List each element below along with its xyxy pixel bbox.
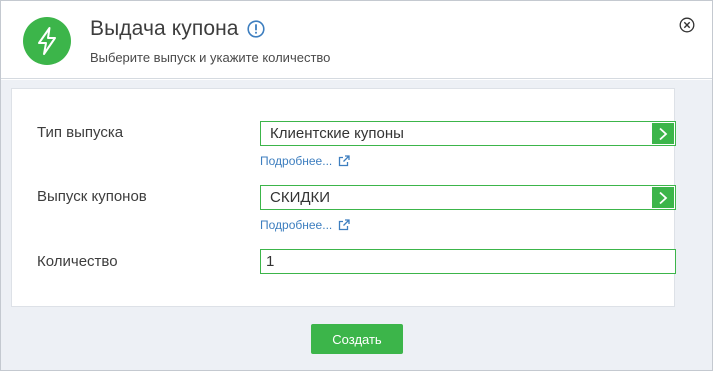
info-icon[interactable] xyxy=(246,20,265,38)
chevron-right-icon[interactable] xyxy=(652,187,674,208)
close-icon[interactable] xyxy=(679,17,697,35)
coupon-release-more-link[interactable]: Подробнее... xyxy=(260,218,350,232)
create-button[interactable]: Создать xyxy=(311,324,403,354)
coupon-release-select[interactable]: СКИДКИ xyxy=(260,185,676,210)
external-link-icon xyxy=(338,219,350,231)
coupon-issue-dialog: Выдача купона Выберите выпуск и укажите … xyxy=(0,0,713,371)
dialog-header: Выдача купона Выберите выпуск и укажите … xyxy=(1,1,712,79)
form-panel: Тип выпуска Клиентские купоны Подробнее.… xyxy=(11,88,676,307)
external-link-icon xyxy=(338,155,350,167)
release-type-label: Тип выпуска xyxy=(37,124,124,141)
quantity-label: Количество xyxy=(37,253,118,270)
release-type-select[interactable]: Клиентские купоны xyxy=(260,121,676,146)
coupon-release-value: СКИДКИ xyxy=(270,189,331,206)
dialog-title: Выдача купона xyxy=(90,17,239,40)
release-type-more-link[interactable]: Подробнее... xyxy=(260,154,350,168)
release-type-value: Клиентские купоны xyxy=(270,125,404,142)
dialog-subtitle: Выберите выпуск и укажите количество xyxy=(90,50,331,65)
dialog-body: Тип выпуска Клиентские купоны Подробнее.… xyxy=(1,80,712,370)
more-link-text: Подробнее... xyxy=(260,218,333,232)
coupon-release-label: Выпуск купонов xyxy=(37,188,147,205)
more-link-text: Подробнее... xyxy=(260,154,333,168)
quantity-input[interactable] xyxy=(260,249,676,274)
lightning-icon xyxy=(23,17,71,65)
chevron-right-icon[interactable] xyxy=(652,123,674,144)
